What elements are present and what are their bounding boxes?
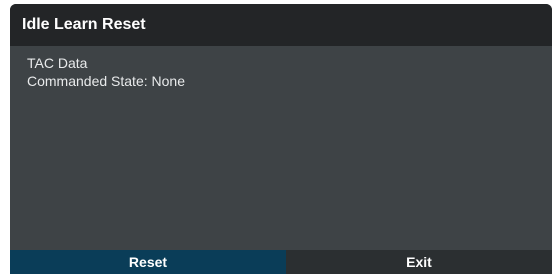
commanded-state-label: Commanded State: None	[27, 73, 185, 89]
dialog-content: TAC Data Commanded State: None	[27, 54, 185, 90]
button-bar: Reset Exit	[10, 250, 552, 274]
dialog-title: Idle Learn Reset	[10, 4, 552, 46]
tac-data-label: TAC Data	[27, 55, 88, 71]
reset-button[interactable]: Reset	[10, 250, 286, 274]
exit-button[interactable]: Exit	[286, 250, 552, 274]
idle-learn-reset-dialog: Idle Learn Reset TAC Data Commanded Stat…	[10, 4, 552, 274]
